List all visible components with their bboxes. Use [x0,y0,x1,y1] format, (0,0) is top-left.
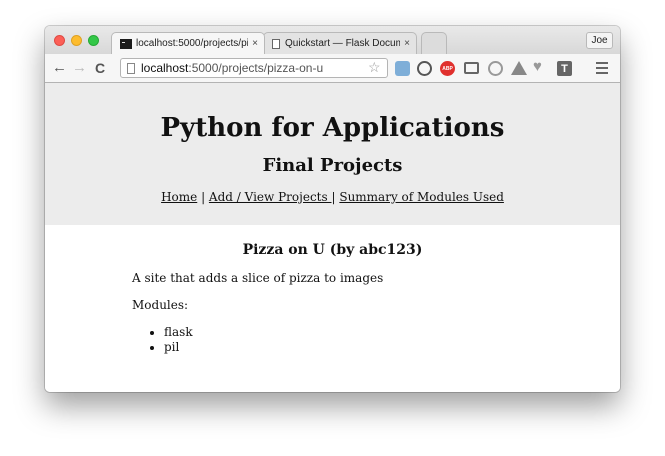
terminal-icon [120,38,132,49]
nav-add-view-link[interactable]: Add / View Projects [209,190,332,204]
adblock-extension-icon[interactable]: ABP [440,61,455,76]
nav-home-link[interactable]: Home [161,190,197,204]
site-title: Python for Applications [160,113,505,143]
tab-strip: localhost:5000/projects/piz × Quickstart… [45,26,620,54]
tab-title: localhost:5000/projects/piz [136,38,249,49]
sync-extension-icon[interactable] [417,61,432,76]
camera-extension-icon[interactable] [395,61,410,76]
tab-title: Quickstart — Flask Docum [285,38,401,49]
tab-flask-docs[interactable]: Quickstart — Flask Docum × [263,32,417,54]
list-item: pil [164,340,620,355]
modules-label: Modules: [132,298,189,312]
browser-toolbar: ← → C localhost:5000/projects/pizza-on-u… [45,54,620,83]
address-bar[interactable]: localhost:5000/projects/pizza-on-u [120,58,388,78]
close-window-button[interactable] [54,35,65,46]
modules-list: flask pil [45,325,620,355]
nav-links: Home | Add / View Projects | Summary of … [45,190,620,204]
browser-window: localhost:5000/projects/piz × Quickstart… [45,26,620,392]
heart-extension-icon[interactable]: ♥ [533,58,542,75]
tab-close-icon[interactable]: × [404,38,410,49]
project-title: Pizza on U (by abc123) [242,242,423,258]
t-extension-icon[interactable]: T [557,61,572,76]
menu-icon[interactable] [596,62,608,77]
document-icon [272,38,280,49]
drive-extension-icon[interactable] [511,61,527,75]
tab-close-icon[interactable]: × [252,38,258,49]
tab-projects[interactable]: localhost:5000/projects/piz × [111,32,265,54]
url-host: localhost [141,61,189,75]
nav-summary-link[interactable]: Summary of Modules Used [339,190,504,204]
back-arrow-icon[interactable]: ← [52,59,67,77]
site-header: Python for Applications Final Projects H… [45,83,620,225]
nav-separator: | [197,190,209,204]
extension-icon[interactable] [488,61,503,76]
reload-icon[interactable]: C [95,59,105,77]
page-content: Python for Applications Final Projects H… [45,83,620,392]
url-path: :5000/projects/pizza-on-u [188,61,324,75]
project-description: A site that adds a slice of pizza to ima… [132,271,384,285]
cast-icon[interactable] [464,62,479,74]
site-subtitle: Final Projects [262,155,403,176]
new-tab-button[interactable] [421,32,447,54]
profile-button[interactable]: Joe [586,32,613,49]
page-icon [127,62,135,74]
list-item: flask [164,325,620,340]
minimize-window-button[interactable] [71,35,82,46]
star-icon[interactable]: ☆ [368,59,381,76]
forward-arrow-icon[interactable]: → [72,59,87,77]
project-detail: Pizza on U (by abc123) A site that adds … [45,225,620,355]
maximize-window-button[interactable] [88,35,99,46]
